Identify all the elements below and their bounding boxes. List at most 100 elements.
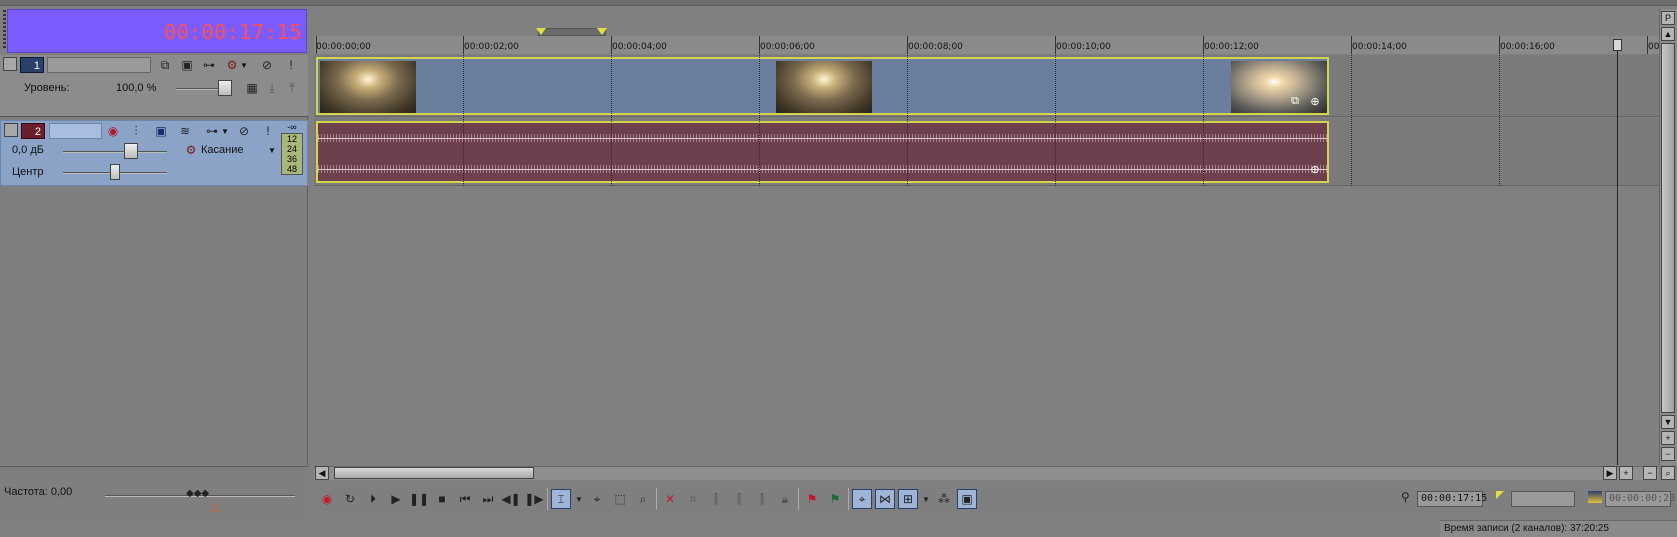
zoom-tool-icon[interactable]: ⌕	[1661, 466, 1675, 480]
play-icon[interactable]: ▶	[386, 489, 406, 509]
panel-gripper[interactable]	[3, 10, 6, 50]
automation-icon[interactable]: ≋	[177, 123, 193, 139]
ruler-label: 00:00:00;00	[316, 42, 371, 52]
previous-frame-icon[interactable]: ◀❚	[501, 489, 521, 509]
ruler-label: 00:00:06;00	[760, 42, 815, 52]
horizontal-scroll-thumb[interactable]	[334, 467, 534, 479]
edit-tool-dropdown-icon[interactable]: ▼	[574, 489, 584, 509]
solo-icon[interactable]: !	[260, 123, 276, 139]
loop-icon[interactable]: ↻	[340, 489, 360, 509]
motion-icon[interactable]: ⊶	[201, 57, 217, 73]
playhead-handle[interactable]	[1613, 39, 1622, 51]
insert-marker-icon[interactable]: ⚑	[802, 489, 822, 509]
event-pan-crop-icon[interactable]: ⧉	[1287, 93, 1303, 109]
solo-icon[interactable]: !	[283, 57, 299, 73]
grid-line	[463, 55, 464, 186]
stop-icon[interactable]: ■	[432, 489, 452, 509]
ruler-label: 00:00:10;00	[1056, 42, 1111, 52]
ignore-grouping-icon[interactable]: ▣	[957, 489, 977, 509]
vertical-scroll-thumb[interactable]	[1661, 43, 1675, 413]
track-fx-icon[interactable]: ⚙	[224, 57, 240, 73]
grid-line	[1351, 55, 1352, 186]
trim-end-icon[interactable]: ⫿	[729, 489, 749, 509]
ruler-label: 00:00:08;00	[908, 42, 963, 52]
volume-slider-track[interactable]	[63, 151, 167, 153]
parent-composite-icon[interactable]: ▣	[179, 57, 195, 73]
meter-label: 36	[286, 154, 297, 164]
insert-region-icon[interactable]: ⚑	[825, 489, 845, 509]
audio-event[interactable]: ⊕	[316, 121, 1329, 183]
scroll-down-icon[interactable]: ▼	[1661, 415, 1675, 429]
video-track-name-field[interactable]	[47, 57, 151, 73]
loop-start-marker[interactable]	[536, 28, 546, 35]
zoom-in-horizontal-icon[interactable]: +	[1619, 466, 1633, 480]
lock-envelopes-icon[interactable]: ⁂	[934, 489, 954, 509]
track-minimize-icon[interactable]	[3, 57, 17, 71]
play-from-start-icon[interactable]: ⏵	[363, 489, 383, 509]
zoom-out-vertical-icon[interactable]: −	[1661, 447, 1675, 461]
vertical-scrollbar[interactable]: P ▲ ▼ + −	[1659, 9, 1677, 465]
scroll-left-icon[interactable]: ◀	[315, 466, 329, 480]
automation-settings-icon[interactable]: ⚙	[183, 142, 199, 158]
audio-track-name-field[interactable]	[49, 123, 102, 139]
scroll-pin-icon[interactable]: P	[1661, 11, 1675, 25]
event-fx-icon[interactable]: ⊕	[1307, 93, 1323, 109]
loop-end-marker[interactable]	[597, 28, 607, 35]
routing-dropdown-icon[interactable]: ▼	[221, 127, 229, 136]
auto-ripple-icon[interactable]: ⊞	[898, 489, 918, 509]
selection-start-field[interactable]	[1511, 491, 1575, 507]
move-up-icon[interactable]: ⤒	[284, 80, 300, 96]
split-icon[interactable]: ⫿	[752, 489, 772, 509]
track-fx-icon[interactable]: ▣	[153, 123, 169, 139]
grid-line	[611, 55, 612, 186]
lock-icon[interactable]: 🔒︎	[775, 489, 795, 509]
routing-icon[interactable]: ⊶	[204, 123, 220, 139]
event-fx-icon[interactable]: ⊕	[1307, 161, 1323, 177]
mute-icon[interactable]: ⊘	[259, 57, 275, 73]
selection-tool-icon[interactable]: ⬚	[610, 489, 630, 509]
auto-crossfade-icon[interactable]: ⋈	[875, 489, 895, 509]
toolbar-separator	[547, 488, 548, 510]
next-frame-icon[interactable]: ❚▶	[524, 489, 544, 509]
scroll-up-icon[interactable]: ▲	[1661, 27, 1675, 41]
level-slider-thumb[interactable]	[218, 80, 232, 96]
compositing-mode-icon[interactable]: ⧉	[157, 57, 173, 73]
zoom-tool-icon[interactable]: ⌕	[633, 489, 653, 509]
zoom-in-vertical-icon[interactable]: +	[1661, 431, 1675, 445]
loop-region-bar[interactable]	[538, 28, 606, 36]
zoom-out-horizontal-icon[interactable]: −	[1643, 466, 1657, 480]
meter-scale: 12 24 36 48	[281, 133, 303, 175]
normal-edit-tool-icon[interactable]: ⌶	[551, 489, 571, 509]
selection-length-field[interactable]: 00:00:00;23	[1605, 491, 1675, 507]
volume-slider-thumb[interactable]	[124, 143, 138, 159]
go-to-start-icon[interactable]: ⏮	[455, 489, 475, 509]
record-icon[interactable]: ◉	[317, 489, 337, 509]
envelope-tool-icon[interactable]: ⌖	[587, 489, 607, 509]
video-event[interactable]: ⧉ ⊕	[316, 57, 1329, 115]
audio-track-header[interactable]: 2 ◉ ⫶ ▣ ≋ ⊶ ▼ ⊘ ! 0,0 дБ ⚙ Касание ▼ Цен…	[0, 120, 308, 186]
fx-dropdown-icon[interactable]: ▼	[240, 61, 248, 70]
pause-icon[interactable]: ❚❚	[409, 489, 429, 509]
trim-start-icon[interactable]: ⫿	[706, 489, 726, 509]
time-ruler[interactable]: 00:00:00;00 00:00:02;00 00:00:04;00 00:0…	[314, 36, 1677, 54]
go-to-end-icon[interactable]: ⏭	[478, 489, 498, 509]
meter-label: -∞	[287, 122, 297, 132]
track-minimize-icon[interactable]	[4, 123, 18, 137]
pan-slider-thumb[interactable]	[110, 164, 120, 180]
snapping-icon[interactable]: ⌖	[852, 489, 872, 509]
grid-line	[1499, 55, 1500, 186]
scroll-right-icon[interactable]: ▶	[1603, 466, 1617, 480]
automation-mode-label[interactable]: Касание	[201, 144, 243, 156]
invert-phase-icon[interactable]: ⫶	[128, 123, 144, 139]
delete-icon[interactable]: ✕	[660, 489, 680, 509]
arm-record-icon[interactable]: ◉	[105, 123, 121, 139]
trim-icon[interactable]: ⌗	[683, 489, 703, 509]
rate-slider-thumb-icon[interactable]: ◆◆◆	[186, 488, 209, 499]
cursor-position-field[interactable]: 00:00:17:15	[1417, 491, 1487, 507]
move-down-icon[interactable]: ⤓	[264, 80, 280, 96]
automation-mode-dropdown-icon[interactable]: ▼	[268, 146, 276, 155]
ripple-dropdown-icon[interactable]: ▼	[921, 489, 931, 509]
video-track-header[interactable]: 1 ⧉ ▣ ⊶ ⚙ ▼ ⊘ ! Уровень: 100,0 % ▦ ⤓ ⤒	[0, 55, 308, 117]
expand-keyframes-icon[interactable]: ▦	[244, 80, 260, 96]
mute-icon[interactable]: ⊘	[236, 123, 252, 139]
